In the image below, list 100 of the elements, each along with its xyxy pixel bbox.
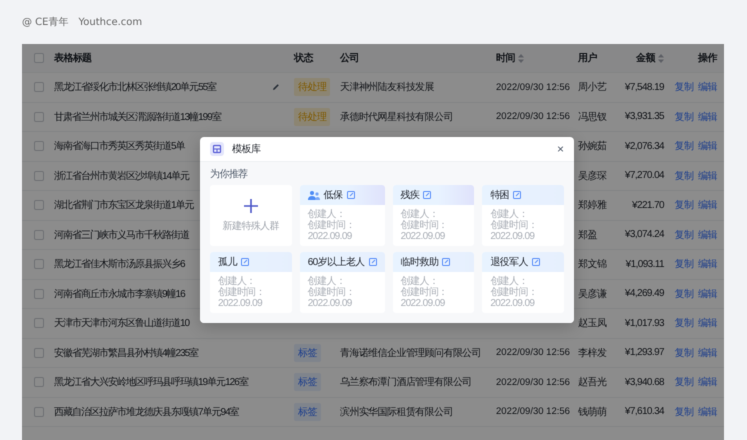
row-checkbox[interactable]	[34, 82, 44, 92]
template-card[interactable]: 临时救助 创建人： 创建时间：2022.09.09	[392, 252, 474, 313]
template-icon	[210, 142, 224, 156]
action-link[interactable]: 编辑	[698, 257, 717, 272]
table-cell-text: ¥1,093.11	[624, 258, 665, 270]
table-cell-text: 甘肃省兰州市城关区渭源路街道13幢199室	[54, 110, 221, 124]
dialog-title: 模板库	[232, 142, 262, 156]
edit-icon	[442, 258, 450, 266]
row-checkbox[interactable]	[34, 230, 44, 240]
template-card[interactable]: 60岁以上老人 创建人： 创建时间：2022.09.09	[300, 252, 385, 313]
table-cell-text: 黑龙江省大兴安岭地区呼玛县呼玛镇19单元126室	[54, 376, 248, 390]
action-link[interactable]: 复制	[674, 168, 694, 183]
created-time-text: 创建时间：2022.09.09	[218, 287, 266, 309]
template-card[interactable]: 残疾 创建人： 创建时间：2022.09.09	[392, 185, 474, 246]
edit-icon	[240, 258, 249, 266]
table-cell-text: 赵玉凤	[578, 316, 608, 330]
action-link[interactable]: 复制	[674, 375, 694, 390]
card-title: 退役军人	[490, 256, 528, 269]
select-all-checkbox[interactable]	[34, 53, 44, 63]
card-title: 低保	[324, 189, 342, 202]
table-cell-text: 吴彦谦	[578, 288, 608, 301]
action-link[interactable]: 复制	[674, 80, 694, 94]
column-header[interactable]: 金额	[636, 51, 655, 65]
card-title: 特困	[490, 188, 510, 202]
row-checkbox[interactable]	[34, 348, 44, 358]
row-checkbox[interactable]	[34, 170, 44, 181]
action-link[interactable]: 复制	[674, 110, 694, 124]
row-checkbox[interactable]	[34, 288, 44, 299]
table-cell-text: ¥7,270.04	[624, 170, 666, 182]
table-cell-text: 滨州实华国际租赁有限公司	[340, 406, 454, 419]
action-link[interactable]: 编辑	[698, 168, 717, 183]
action-link[interactable]: 复制	[674, 198, 694, 212]
created-time-text: 创建时间：2022.09.09	[400, 220, 449, 242]
creator-text: 创建人：	[400, 276, 440, 287]
created-time-text: 创建时间：2022.09.09	[490, 220, 538, 242]
table-cell-text: 湖北省荆门市东宝区龙泉街道1单元	[54, 198, 194, 212]
creator-text: 创建人：	[490, 276, 529, 287]
column-header[interactable]: 时间	[496, 51, 515, 65]
action-link[interactable]: 编辑	[698, 404, 717, 419]
column-header: 表格标题	[54, 52, 92, 65]
template-card[interactable]: 退役军人 创建人： 创建时间：2022.09.09	[482, 252, 564, 313]
row-checkbox[interactable]	[34, 318, 44, 328]
plus-icon	[244, 198, 258, 212]
action-link[interactable]: 复制	[674, 257, 694, 272]
table-cell-text: 钱萌萌	[578, 406, 608, 419]
row-checkbox[interactable]	[34, 112, 44, 122]
row-checkbox[interactable]	[34, 406, 44, 417]
table-cell-text: 黑龙江省佳木斯市汤原县振兴乡6	[54, 258, 185, 272]
action-link[interactable]: 编辑	[698, 286, 717, 301]
action-link[interactable]: 编辑	[698, 375, 717, 390]
table-cell-text: ¥7,610.34	[624, 406, 666, 418]
action-link[interactable]: 编辑	[698, 316, 717, 330]
action-link[interactable]: 编辑	[698, 110, 717, 124]
created-time-text: 创建时间：2022.09.09	[490, 287, 538, 309]
table-cell-text: 2022/09/30 12:56	[496, 406, 571, 418]
table-cell-text: 孙婉茹	[578, 140, 608, 154]
action-link[interactable]: 编辑	[698, 139, 717, 154]
template-card[interactable]: 孤儿 创建人： 创建时间：2022.09.09	[210, 252, 292, 313]
card-title: 孤儿	[218, 256, 237, 269]
table-cell-text: 2022/09/30 12:56	[496, 376, 571, 388]
table-cell-text: 乌兰察布潭门酒店管理有限公司	[340, 376, 473, 390]
action-link[interactable]: 复制	[674, 228, 694, 242]
status-tag: 待处理	[294, 108, 330, 126]
action-link[interactable]: 编辑	[698, 228, 717, 242]
action-link[interactable]: 复制	[674, 286, 694, 301]
action-link[interactable]: 编辑	[698, 198, 717, 212]
table-cell-text: 青海诺维信企业管理顾问有限公司	[340, 346, 482, 360]
action-link[interactable]: 编辑	[698, 80, 717, 94]
row-checkbox[interactable]	[34, 259, 44, 270]
table-cell-text: 周小艺	[578, 80, 608, 94]
template-card[interactable]: 低保 创建人： 创建时间：2022.09.09	[300, 185, 385, 246]
table-cell-text: 2022/09/30 12:56	[496, 111, 571, 122]
table-cell-text: ¥7,548.19	[624, 82, 665, 93]
people-icon	[308, 190, 320, 200]
created-time-text: 创建时间：2022.09.09	[308, 220, 356, 242]
action-link[interactable]: 复制	[674, 316, 694, 330]
brand-name: @ CE青年	[22, 16, 68, 29]
row-checkbox[interactable]	[34, 377, 44, 388]
card-title: 残疾	[400, 188, 420, 202]
action-link[interactable]: 编辑	[698, 346, 717, 360]
table-cell-text: ¥3,940.68	[624, 376, 666, 388]
table-cell-text: 河南省三门峡市义马市千秋路街道	[54, 228, 189, 242]
status-tag: 标签	[294, 344, 321, 362]
creator-text: 创建人：	[218, 276, 257, 287]
row-checkbox[interactable]	[34, 141, 44, 152]
new-group-card[interactable]: 新建特殊人群	[210, 185, 292, 246]
row-checkbox[interactable]	[34, 200, 44, 210]
template-card[interactable]: 特困 创建人： 创建时间：2022.09.09	[482, 185, 564, 246]
column-header: 状态	[294, 52, 313, 65]
status-tag: 待处理	[294, 78, 330, 96]
table-cell-text: 安徽省芜湖市繁昌县孙村镇4幢235室	[54, 346, 198, 360]
close-button[interactable]: ×	[556, 142, 564, 156]
creator-text: 创建人：	[400, 209, 440, 220]
action-link[interactable]: 复制	[674, 346, 694, 360]
column-header: 用户	[578, 51, 597, 65]
table-cell-text: 黑龙江省绥化市北林区张维镇20单元55室	[54, 80, 216, 94]
action-link[interactable]: 复制	[674, 139, 694, 154]
table-cell-text: 西藏自治区拉萨市堆龙德庆县东嘎镇7单元94室	[54, 406, 239, 419]
table-cell-text: 冯思钗	[578, 110, 608, 124]
action-link[interactable]: 复制	[674, 404, 694, 419]
